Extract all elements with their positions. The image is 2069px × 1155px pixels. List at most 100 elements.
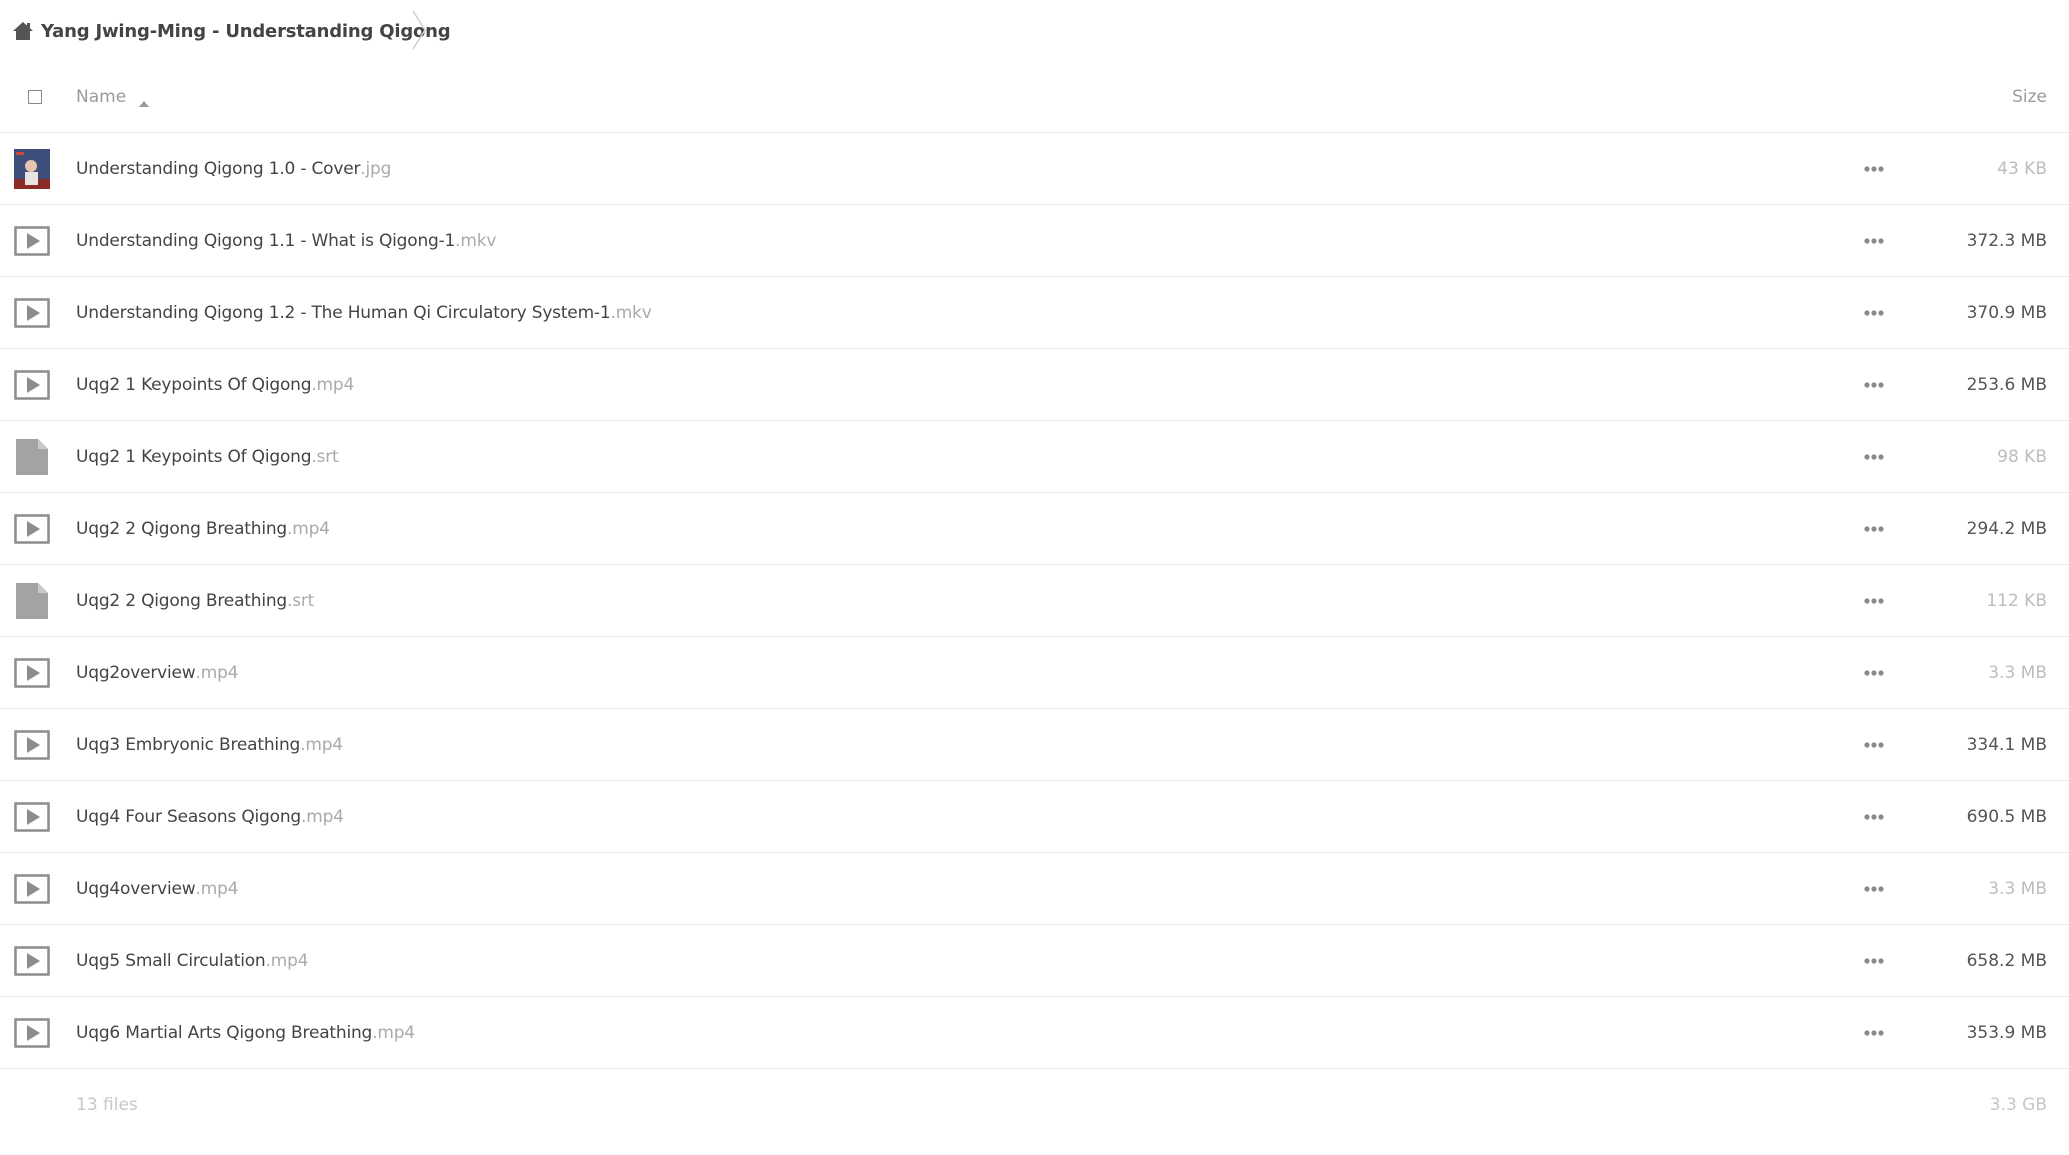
- more-options-icon[interactable]: [1860, 731, 1888, 759]
- file-basename: Uqg3 Embryonic Breathing: [76, 734, 301, 755]
- file-name[interactable]: Understanding Qigong 1.0 - Cover .jpg: [76, 133, 391, 204]
- file-extension: .mp4: [287, 518, 330, 539]
- home-icon: [12, 20, 34, 42]
- file-size: 3.3 MB: [1988, 878, 2047, 899]
- file-extension: .mp4: [311, 374, 355, 395]
- breadcrumb-home[interactable]: Yang Jwing-Ming - Understanding Qigong: [12, 14, 451, 48]
- file-basename: Uqg2 2 Qigong Breathing: [76, 590, 288, 611]
- file-row[interactable]: Uqg4 Four Seasons Qigong .mp4 690.5 MB: [0, 781, 2069, 853]
- video-icon: [14, 797, 50, 837]
- video-icon: [14, 869, 50, 909]
- file-name[interactable]: Uqg6 Martial Arts Qigong Breathing .mp4: [76, 997, 415, 1068]
- video-icon: [14, 653, 50, 693]
- more-options-icon[interactable]: [1860, 875, 1888, 903]
- file-basename: Uqg4 Four Seasons Qigong: [76, 806, 302, 827]
- more-options-icon[interactable]: [1860, 299, 1888, 327]
- file-name[interactable]: Uqg3 Embryonic Breathing .mp4: [76, 709, 343, 780]
- file-extension: .mp4: [301, 806, 344, 827]
- file-row[interactable]: Uqg2 1 Keypoints Of Qigong .mp4 253.6 MB: [0, 349, 2069, 421]
- file-row[interactable]: Uqg2 2 Qigong Breathing .mp4 294.2 MB: [0, 493, 2069, 565]
- video-icon: [14, 725, 50, 765]
- file-extension: .mkv: [455, 230, 497, 251]
- file-row[interactable]: Uqg4overview .mp4 3.3 MB: [0, 853, 2069, 925]
- file-extension: .mp4: [265, 950, 309, 971]
- file-row[interactable]: Uqg6 Martial Arts Qigong Breathing .mp4 35…: [0, 997, 2069, 1069]
- video-icon: [14, 509, 50, 549]
- total-size: 3.3 GB: [1989, 1095, 2047, 1115]
- more-options-icon[interactable]: [1860, 155, 1888, 183]
- file-basename: Understanding Qigong 1.2 - The Human Qi …: [76, 302, 611, 323]
- more-options-icon[interactable]: [1860, 587, 1888, 615]
- file-name[interactable]: Uqg2overview .mp4: [76, 637, 238, 708]
- file-basename: Understanding Qigong 1.1 - What is Qigon…: [76, 230, 456, 251]
- file-icon: [14, 581, 50, 621]
- more-options-icon[interactable]: [1860, 227, 1888, 255]
- file-size: 294.2 MB: [1966, 518, 2047, 539]
- video-icon: [14, 365, 50, 405]
- file-size: 370.9 MB: [1966, 302, 2047, 323]
- file-basename: Uqg2 1 Keypoints Of Qigong: [76, 374, 312, 395]
- file-basename: Uqg2overview: [76, 662, 196, 683]
- size-column-header[interactable]: Size: [2012, 62, 2047, 132]
- file-row[interactable]: Uqg5 Small Circulation .mp4 658.2 MB: [0, 925, 2069, 997]
- more-options-icon[interactable]: [1860, 659, 1888, 687]
- file-row[interactable]: Uqg3 Embryonic Breathing .mp4 334.1 MB: [0, 709, 2069, 781]
- more-options-icon[interactable]: [1860, 1019, 1888, 1047]
- file-row[interactable]: Understanding Qigong 1.1 - What is Qigon…: [0, 205, 2069, 277]
- more-options-icon[interactable]: [1860, 515, 1888, 543]
- image-thumbnail: [14, 149, 50, 189]
- video-icon: [14, 293, 50, 333]
- file-name[interactable]: Uqg2 1 Keypoints Of Qigong .srt: [76, 421, 339, 492]
- file-size: 690.5 MB: [1966, 806, 2047, 827]
- file-name[interactable]: Uqg4overview .mp4: [76, 853, 238, 924]
- file-basename: Uqg5 Small Circulation: [76, 950, 266, 971]
- file-icon: [14, 437, 50, 477]
- file-name[interactable]: Understanding Qigong 1.2 - The Human Qi …: [76, 277, 652, 348]
- file-row[interactable]: Uqg2 1 Keypoints Of Qigong .srt 98 KB: [0, 421, 2069, 493]
- file-size: 658.2 MB: [1966, 950, 2047, 971]
- file-basename: Understanding Qigong 1.0 - Cover: [76, 158, 361, 179]
- file-row[interactable]: Uqg2overview .mp4 3.3 MB: [0, 637, 2069, 709]
- table-header: Name Size: [0, 62, 2069, 133]
- file-size: 3.3 MB: [1988, 662, 2047, 683]
- file-name[interactable]: Uqg2 1 Keypoints Of Qigong .mp4: [76, 349, 354, 420]
- file-extension: .mp4: [372, 1022, 415, 1043]
- file-extension: .mp4: [300, 734, 343, 755]
- more-options-icon[interactable]: [1860, 371, 1888, 399]
- file-name[interactable]: Uqg2 2 Qigong Breathing .srt: [76, 565, 314, 636]
- file-row[interactable]: Uqg2 2 Qigong Breathing .srt 112 KB: [0, 565, 2069, 637]
- file-row[interactable]: Understanding Qigong 1.0 - Cover .jpg 43 K…: [0, 133, 2069, 205]
- breadcrumb-folder-label: Yang Jwing-Ming - Understanding Qigong: [41, 20, 451, 42]
- file-extension: .jpg: [360, 158, 392, 179]
- file-name[interactable]: Uqg4 Four Seasons Qigong .mp4: [76, 781, 344, 852]
- file-extension: .srt: [287, 590, 315, 611]
- file-size: 353.9 MB: [1966, 1022, 2047, 1043]
- file-count: 13 files: [76, 1095, 138, 1115]
- chevron-right-icon: [410, 9, 428, 51]
- file-basename: Uqg2 2 Qigong Breathing: [76, 518, 288, 539]
- more-options-icon[interactable]: [1860, 947, 1888, 975]
- file-extension: .srt: [311, 446, 339, 467]
- table-summary: 13 files 3.3 GB: [0, 1064, 2069, 1146]
- file-basename: Uqg6 Martial Arts Qigong Breathing: [76, 1022, 373, 1043]
- name-column-header[interactable]: Name: [76, 62, 150, 132]
- file-row[interactable]: Understanding Qigong 1.2 - The Human Qi …: [0, 277, 2069, 349]
- breadcrumb: Yang Jwing-Ming - Understanding Qigong: [0, 0, 2069, 62]
- file-size: 98 KB: [1997, 446, 2047, 467]
- file-extension: .mkv: [610, 302, 652, 323]
- file-name[interactable]: Understanding Qigong 1.1 - What is Qigon…: [76, 205, 496, 276]
- file-name[interactable]: Uqg5 Small Circulation .mp4: [76, 925, 308, 996]
- select-all-checkbox[interactable]: [28, 90, 42, 104]
- file-size: 372.3 MB: [1966, 230, 2047, 251]
- more-options-icon[interactable]: [1860, 803, 1888, 831]
- file-extension: .mp4: [195, 662, 239, 683]
- file-size: 253.6 MB: [1966, 374, 2047, 395]
- file-size: 112 KB: [1986, 590, 2047, 611]
- video-icon: [14, 941, 50, 981]
- video-icon: [14, 1013, 50, 1053]
- file-name[interactable]: Uqg2 2 Qigong Breathing .mp4: [76, 493, 330, 564]
- file-size: 334.1 MB: [1966, 734, 2047, 755]
- more-options-icon[interactable]: [1860, 443, 1888, 471]
- file-extension: .mp4: [195, 878, 239, 899]
- video-icon: [14, 221, 50, 261]
